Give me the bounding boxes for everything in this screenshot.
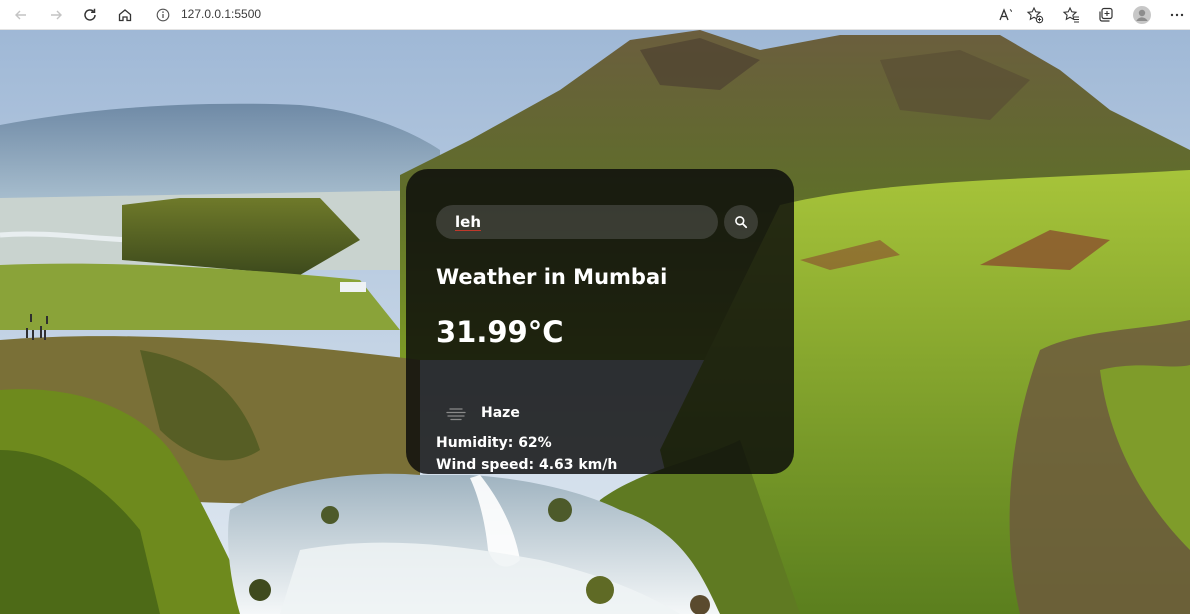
- search-icon: [735, 216, 748, 229]
- search-input[interactable]: [453, 212, 697, 232]
- forward-button[interactable]: [45, 4, 67, 26]
- read-aloud-button[interactable]: [996, 4, 1018, 26]
- favorites-icon: [1062, 6, 1079, 23]
- wind-speed-label: Wind speed:: [436, 457, 535, 473]
- weather-description: Haze: [481, 405, 520, 421]
- forward-arrow-icon: [51, 10, 62, 20]
- favorites-button[interactable]: [1060, 4, 1082, 26]
- back-button[interactable]: [10, 4, 32, 26]
- avatar: [1133, 6, 1151, 24]
- haze-icon: [446, 408, 466, 421]
- temperature: 31.99°C: [436, 315, 564, 349]
- info-icon[interactable]: [156, 8, 170, 22]
- page-viewport: Weather in Mumbai 31.99°C Haze Humidity:…: [0, 30, 1190, 614]
- refresh-button[interactable]: [79, 4, 101, 26]
- home-icon: [118, 9, 132, 22]
- browser-toolbar: 127.0.0.1:5500: [0, 0, 1190, 30]
- search-bar: [436, 205, 718, 239]
- menu-button[interactable]: [1166, 4, 1188, 26]
- address-bar[interactable]: 127.0.0.1:5500: [148, 3, 988, 27]
- url-text: 127.0.0.1:5500: [181, 7, 262, 21]
- humidity: Humidity: 62%: [436, 435, 552, 451]
- home-button[interactable]: [114, 4, 136, 26]
- weather-card: Weather in Mumbai 31.99°C Haze Humidity:…: [406, 169, 794, 474]
- profile-button[interactable]: [1131, 4, 1153, 26]
- collections-button[interactable]: [1095, 4, 1117, 26]
- refresh-icon: [84, 8, 96, 21]
- more-icon: [1170, 13, 1184, 17]
- wind-speed-value: 4.63 km/h: [538, 457, 618, 473]
- add-favorite-button[interactable]: [1024, 4, 1046, 26]
- wind-speed: Wind speed: 4.63 km/h: [436, 457, 617, 473]
- collections-icon: [1099, 7, 1113, 22]
- back-arrow-icon: [15, 10, 26, 20]
- city-title: Weather in Mumbai: [436, 265, 668, 289]
- read-aloud-icon: [999, 8, 1012, 21]
- search-button[interactable]: [724, 205, 758, 239]
- add-favorite-icon: [1026, 6, 1044, 24]
- humidity-value: 62%: [518, 435, 552, 451]
- humidity-label: Humidity:: [436, 435, 514, 451]
